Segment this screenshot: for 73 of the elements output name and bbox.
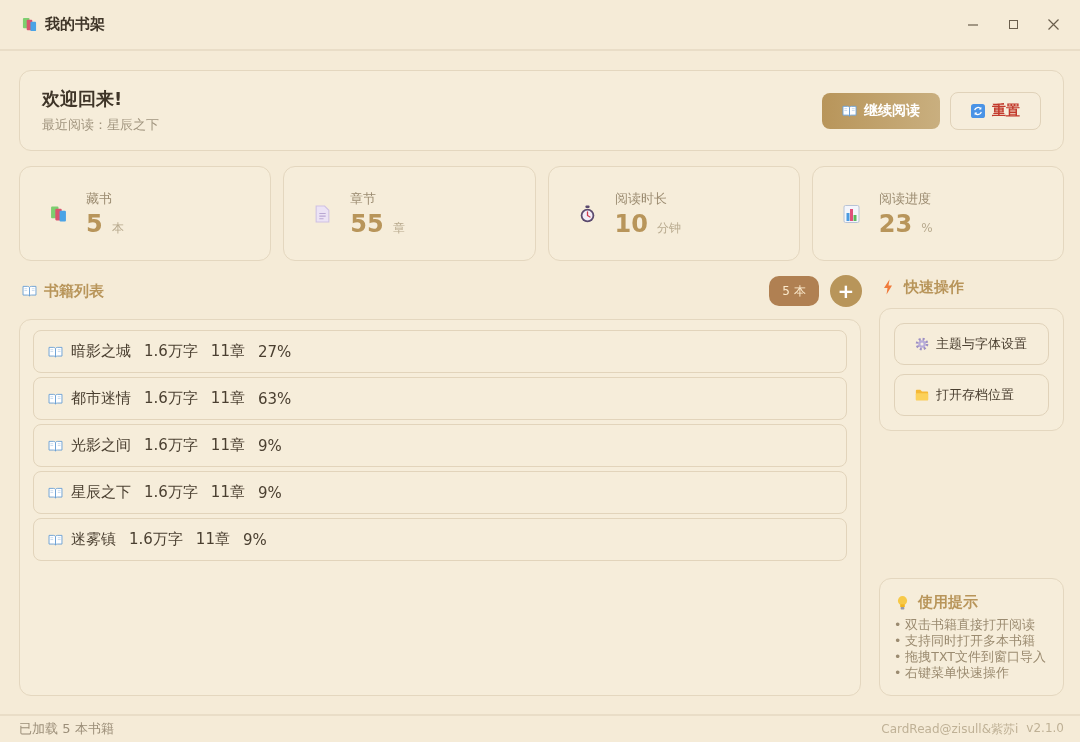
book-count-badge: 5 本 [769, 276, 819, 306]
bar-chart-icon [842, 204, 860, 223]
welcome-heading: 欢迎回来! [42, 87, 124, 111]
progress-percent: 63% [257, 389, 292, 408]
tip-text: • 拖拽TXT文件到窗口导入 [894, 649, 1047, 665]
open-book-icon [48, 345, 63, 358]
book-row[interactable]: 光影之间 1.6万字 11章 9% [33, 424, 847, 467]
book-row[interactable]: 都市迷情 1.6万字 11章 63% [33, 377, 847, 420]
lightbulb-icon [897, 595, 908, 610]
refresh-icon [971, 103, 985, 118]
book-row[interactable]: 星辰之下 1.6万字 11章 9% [33, 471, 847, 514]
open-book-icon [48, 439, 63, 452]
book-title: 都市迷情 [71, 389, 131, 408]
chapter-count: 11章 [210, 483, 245, 502]
status-text: 已加载 5 本书籍 [19, 720, 114, 738]
books-icon [50, 204, 67, 223]
tip-text: • 双击书籍直接打开阅读 [894, 617, 1037, 633]
stat-value: 23 [878, 209, 913, 238]
progress-percent: 9% [257, 483, 282, 502]
progress-percent: 9% [257, 436, 282, 455]
maximize-icon[interactable] [1008, 20, 1018, 29]
word-count: 1.6万字 [129, 530, 183, 549]
book-title: 迷雾镇 [71, 530, 116, 549]
credit-text: CardRead@zisull&紫苏i [881, 720, 1019, 738]
folder-icon [915, 388, 929, 402]
stat-value: 10 [614, 209, 648, 238]
stat-label: 藏书 [86, 189, 113, 208]
books-icon [22, 17, 37, 32]
open-book-icon [22, 285, 37, 297]
word-count: 1.6万字 [144, 436, 198, 455]
stat-unit: 分钟 [656, 219, 681, 237]
word-count: 1.6万字 [144, 389, 198, 408]
chapter-count: 11章 [210, 436, 245, 455]
chapter-count: 11章 [210, 342, 245, 361]
book-row[interactable]: 暗影之城 1.6万字 11章 27% [33, 330, 847, 373]
stat-value: 5 [86, 209, 103, 238]
tip-text: • 支持同时打开多本书籍 [894, 633, 1037, 649]
lightning-icon [883, 279, 893, 295]
stat-unit: % [921, 220, 933, 235]
book-row[interactable]: 迷雾镇 1.6万字 11章 9% [33, 518, 847, 561]
reset-button[interactable]: 重置 [950, 91, 1041, 130]
progress-percent: 27% [257, 342, 292, 361]
tips-title: 使用提示 [918, 593, 978, 612]
stat-unit: 本 [111, 219, 124, 237]
word-count: 1.6万字 [144, 342, 198, 361]
chapter-count: 11章 [195, 530, 230, 549]
open-book-icon [48, 392, 63, 405]
open-folder-button[interactable]: 打开存档位置 [894, 374, 1049, 416]
gear-icon [915, 337, 929, 351]
close-icon[interactable] [1047, 19, 1059, 30]
open-book-icon [48, 533, 63, 546]
document-icon [314, 204, 332, 223]
section-title: 快速操作 [904, 277, 964, 297]
open-book-icon [842, 103, 857, 118]
window-title: 我的书架 [45, 15, 105, 34]
chapter-count: 11章 [210, 389, 245, 408]
stopwatch-icon [578, 204, 596, 223]
open-book-icon [48, 486, 63, 499]
book-title: 暗影之城 [71, 342, 131, 361]
stat-value: 55 [350, 209, 384, 238]
stat-unit: 章 [392, 219, 405, 237]
book-title: 光影之间 [71, 436, 131, 455]
progress-percent: 9% [242, 530, 267, 549]
section-title: 书籍列表 [44, 281, 104, 301]
stat-label: 阅读进度 [878, 189, 932, 208]
word-count: 1.6万字 [144, 483, 198, 502]
stat-label: 阅读时长 [614, 189, 668, 208]
version-text: v2.1.0 [1026, 720, 1064, 737]
book-title: 星辰之下 [71, 483, 131, 502]
theme-settings-button[interactable]: 主题与字体设置 [894, 323, 1049, 365]
tip-text: • 右键菜单快速操作 [894, 665, 1011, 681]
recent-reading-text: 最近阅读：星辰之下 [42, 116, 159, 134]
stat-label: 章节 [350, 189, 378, 208]
